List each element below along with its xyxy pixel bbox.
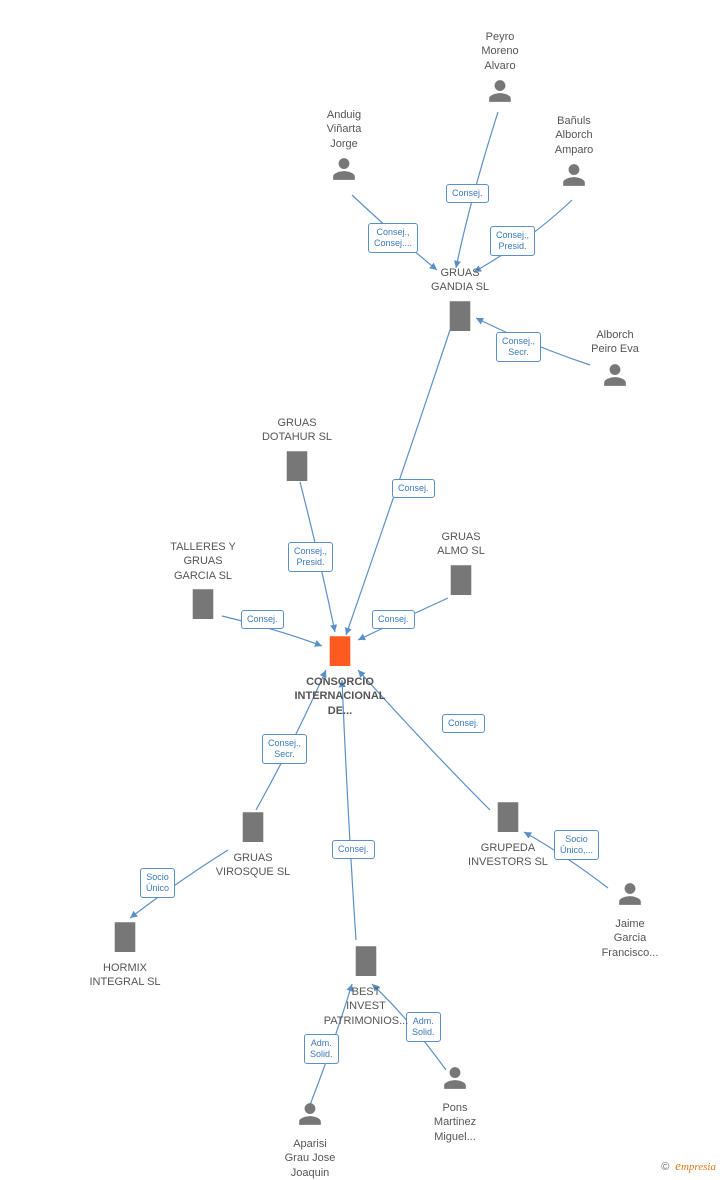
node-label: BEST INVEST PATRIMONIOS... xyxy=(316,985,416,1028)
brand-name: mpresia xyxy=(681,1161,716,1173)
node-label: GRUAS GANDIA SL xyxy=(420,266,500,295)
building-icon xyxy=(239,810,267,842)
building-icon xyxy=(446,299,474,331)
node-gruas-dotahur[interactable]: GRUAS DOTAHUR SL xyxy=(252,416,342,486)
edge-label-dotahur-consorcio: Consej., Presid. xyxy=(288,542,333,572)
node-label: TALLERES Y GRUAS GARCIA SL xyxy=(158,540,248,583)
person-icon xyxy=(297,1100,323,1128)
footer-copyright: © empresia xyxy=(661,1158,716,1174)
edge-label-bestinvest-consorcio: Consej. xyxy=(332,840,375,859)
node-talleres[interactable]: TALLERES Y GRUAS GARCIA SL xyxy=(158,540,248,624)
node-gruas-gandia[interactable]: GRUAS GANDIA SL xyxy=(420,266,500,336)
network-diagram: Consej. Consej., Consej.... Consej., Pre… xyxy=(0,0,728,1180)
node-consorcio[interactable]: CONSORCIO INTERNACIONAL DE... xyxy=(290,634,390,718)
edge-label-peyro-gandia: Consej. xyxy=(446,184,489,203)
node-label: Jaime Garcia Francisco... xyxy=(590,917,670,960)
edge-label-virosque-hormix: Socio Único xyxy=(140,868,175,898)
node-jaime[interactable]: Jaime Garcia Francisco... xyxy=(590,880,670,960)
node-label: Bañuls Alborch Amparo xyxy=(544,114,604,157)
building-icon xyxy=(352,944,380,976)
node-gruas-virosque[interactable]: GRUAS VIROSQUE SL xyxy=(208,810,298,880)
node-label: GRUAS DOTAHUR SL xyxy=(252,416,342,445)
node-banuls[interactable]: Bañuls Alborch Amparo xyxy=(544,114,604,194)
edge-label-grupeda-consorcio: Consej. xyxy=(442,714,485,733)
node-label: GRUAS ALMO SL xyxy=(426,530,496,559)
node-anduig[interactable]: Anduig Viñarta Jorge xyxy=(314,108,374,188)
node-label: Peyro Moreno Alvaro xyxy=(470,30,530,73)
node-label: Anduig Viñarta Jorge xyxy=(314,108,374,151)
person-icon xyxy=(442,1064,468,1092)
node-label: Alborch Peiro Eva xyxy=(580,328,650,357)
node-hormix[interactable]: HORMIX INTEGRAL SL xyxy=(80,920,170,990)
building-icon xyxy=(189,587,217,619)
node-alborch[interactable]: Alborch Peiro Eva xyxy=(580,328,650,394)
edge-label-almo-consorcio: Consej. xyxy=(372,610,415,629)
node-label: CONSORCIO INTERNACIONAL DE... xyxy=(290,675,390,718)
building-icon xyxy=(447,563,475,595)
edge-label-virosque-consorcio: Consej., Secr. xyxy=(262,734,307,764)
person-icon xyxy=(487,77,513,105)
building-icon xyxy=(283,449,311,481)
node-peyro[interactable]: Peyro Moreno Alvaro xyxy=(470,30,530,110)
node-aparisi[interactable]: Aparisi Grau Jose Joaquin xyxy=(270,1100,350,1180)
edge-label-banuls-gandia: Consej., Presid. xyxy=(490,226,535,256)
copyright-symbol: © xyxy=(661,1161,669,1173)
node-grupeda[interactable]: GRUPEDA INVESTORS SL xyxy=(458,800,558,870)
person-icon xyxy=(617,880,643,908)
person-icon xyxy=(331,155,357,183)
edge-label-jaime-grupeda: Socio Único,... xyxy=(554,830,599,860)
person-icon xyxy=(561,161,587,189)
edge-label-gandia-consorcio: Consej. xyxy=(392,479,435,498)
edge-label-alborch-gandia: Consej., Secr. xyxy=(496,332,541,362)
node-gruas-almo[interactable]: GRUAS ALMO SL xyxy=(426,530,496,600)
edge-label-anduig-gandia: Consej., Consej.... xyxy=(368,223,418,253)
building-icon xyxy=(111,920,139,952)
node-pons[interactable]: Pons Martinez Miguel... xyxy=(420,1064,490,1144)
node-label: HORMIX INTEGRAL SL xyxy=(80,961,170,990)
building-icon xyxy=(494,800,522,832)
node-label: Aparisi Grau Jose Joaquin xyxy=(270,1137,350,1180)
node-label: Pons Martinez Miguel... xyxy=(420,1101,490,1144)
node-label: GRUAS VIROSQUE SL xyxy=(208,851,298,880)
edge-label-aparisi-bestinvest: Adm. Solid. xyxy=(304,1034,339,1064)
building-icon-focus xyxy=(326,634,354,666)
person-icon xyxy=(602,361,628,389)
node-best-invest[interactable]: BEST INVEST PATRIMONIOS... xyxy=(316,944,416,1028)
node-label: GRUPEDA INVESTORS SL xyxy=(458,841,558,870)
